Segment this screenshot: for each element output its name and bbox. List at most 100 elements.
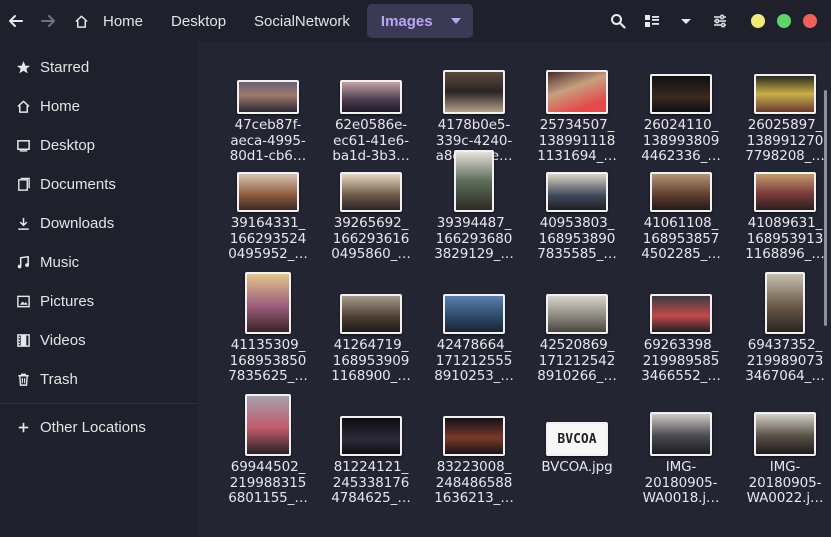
file-name: 39265692_ 166293616 0495860_… xyxy=(331,215,411,262)
download-icon xyxy=(18,217,29,230)
file-thumbnail[interactable] xyxy=(340,80,402,114)
sidebar-item-documents[interactable]: Documents xyxy=(0,165,198,204)
breadcrumb-images[interactable]: Images xyxy=(366,4,473,38)
file-thumbnail[interactable] xyxy=(443,416,505,456)
file-name: 69944502_ 219988315 6801155_… xyxy=(228,459,308,506)
thumbnail-text: BVCOA xyxy=(557,431,597,447)
sidebar-item-label: Music xyxy=(40,254,80,271)
breadcrumb-label: Home xyxy=(103,12,144,30)
minimize-button[interactable] xyxy=(751,14,765,28)
sidebar-item-home[interactable]: Home xyxy=(0,87,198,126)
file-thumbnail[interactable] xyxy=(546,70,608,114)
header-tools xyxy=(601,0,831,42)
file-thumbnail[interactable] xyxy=(454,150,494,212)
settings-sliders-icon xyxy=(714,14,726,28)
file-thumbnail[interactable] xyxy=(340,416,402,456)
maximize-button[interactable] xyxy=(777,14,791,28)
forward-button[interactable] xyxy=(32,0,64,42)
file-thumbnail[interactable] xyxy=(546,172,608,212)
header-bar: Home Desktop SocialNetwork Images xyxy=(0,0,831,42)
sidebar-item-label: Documents xyxy=(40,176,116,193)
chevron-down-icon xyxy=(450,18,461,24)
file-name: 83223008_ 248486588 1636213_… xyxy=(434,459,514,506)
plus-icon xyxy=(18,422,29,433)
file-thumbnail[interactable] xyxy=(546,294,608,334)
file-thumbnail[interactable] xyxy=(443,294,505,334)
file-thumbnail[interactable] xyxy=(237,80,299,114)
sidebar-item-trash[interactable]: Trash xyxy=(0,360,198,399)
back-button[interactable] xyxy=(0,0,32,42)
sidebar-item-label: Videos xyxy=(40,332,86,349)
file-thumbnail[interactable] xyxy=(340,172,402,212)
breadcrumb-socialnetwork[interactable]: SocialNetwork xyxy=(240,4,364,38)
file-thumbnail[interactable] xyxy=(765,272,805,334)
sidebar-item-label: Desktop xyxy=(40,137,96,154)
close-button[interactable] xyxy=(803,14,817,28)
sidebar-item-label: Home xyxy=(40,98,81,115)
file-name: 47ceb87f- aeca-4995- 80d1-cb6… xyxy=(229,117,307,164)
trash-icon xyxy=(18,373,29,386)
file-thumbnail[interactable] xyxy=(754,74,816,114)
file-thumbnail[interactable] xyxy=(237,172,299,212)
file-name: 39394487_ 166293680 3829129_… xyxy=(434,215,514,262)
file-thumbnail[interactable] xyxy=(443,70,505,114)
sidebar-item-label: Other Locations xyxy=(40,419,146,436)
scrollbar[interactable] xyxy=(824,90,827,326)
sidebar-item-pictures[interactable]: Pictures xyxy=(0,282,198,321)
file-thumbnail[interactable] xyxy=(754,172,816,212)
file-name: IMG- 20180905- WA0018.j… xyxy=(642,459,720,506)
sidebar-item-music[interactable]: Music xyxy=(0,243,198,282)
sidebar-item-other-locations[interactable]: Other Locations xyxy=(0,408,198,447)
file-thumbnail[interactable]: BVCOA xyxy=(546,422,608,456)
chevron-down-icon xyxy=(681,19,691,24)
sidebar-item-label: Starred xyxy=(40,59,90,76)
file-thumbnail[interactable] xyxy=(245,394,291,456)
pictures-icon xyxy=(17,295,30,308)
sidebar-item-videos[interactable]: Videos xyxy=(0,321,198,360)
file-name: 41089631_ 168953913 1168896_… xyxy=(745,215,825,262)
star-icon xyxy=(16,61,31,74)
file-name: 69437352_ 219989073 3467064_… xyxy=(745,337,825,384)
file-name: IMG- 20180905- WA0022.j… xyxy=(746,459,824,506)
view-grid-icon xyxy=(645,15,659,27)
sidebar-item-downloads[interactable]: Downloads xyxy=(0,204,198,243)
file-thumbnail[interactable] xyxy=(650,412,712,456)
sidebar-separator xyxy=(0,403,198,404)
arrow-right-icon xyxy=(41,15,55,27)
file-name: BVCOA.jpg xyxy=(541,459,613,475)
file-grid-view: 47ceb87f- aeca-4995- 80d1-cb6… 62e0586e- … xyxy=(198,42,831,537)
file-thumbnail[interactable] xyxy=(650,74,712,114)
sidebar-item-label: Pictures xyxy=(40,293,95,310)
desktop-icon xyxy=(17,140,30,152)
file-thumbnail[interactable] xyxy=(245,272,291,334)
file-thumbnail[interactable] xyxy=(340,294,402,334)
videos-icon xyxy=(17,334,30,347)
file-name: 39164331_ 166293524 0495952_… xyxy=(228,215,308,262)
file-name: 41135309_ 168953850 7835625_… xyxy=(228,337,308,384)
view-options-button[interactable] xyxy=(669,0,703,42)
breadcrumb-label: Images xyxy=(380,12,433,30)
sidebar-item-label: Trash xyxy=(40,371,78,388)
file-name: 62e0586e- ec61-41e6- ba1d-3b3… xyxy=(332,117,410,164)
sidebar-item-starred[interactable]: Starred xyxy=(0,48,198,87)
breadcrumb-desktop[interactable]: Desktop xyxy=(157,4,240,38)
file-name: 25734507_ 138991118 1131694_… xyxy=(537,117,617,164)
file-thumbnail[interactable] xyxy=(650,172,712,212)
music-icon xyxy=(17,255,29,269)
sidebar: Starred Home Desktop Documents Downloads… xyxy=(0,42,198,537)
search-button[interactable] xyxy=(601,0,635,42)
search-icon xyxy=(611,14,626,29)
file-name: 42520869_ 171212542 8910266_… xyxy=(537,337,617,384)
file-name: 69263398_ 219989585 3466552_… xyxy=(641,337,721,384)
documents-icon xyxy=(18,177,30,191)
file-thumbnail[interactable] xyxy=(650,294,712,334)
breadcrumb-home[interactable]: Home xyxy=(66,4,157,38)
file-name: 41061108_ 168953857 4502285_… xyxy=(641,215,721,262)
breadcrumb-label: SocialNetwork xyxy=(254,12,350,30)
settings-button[interactable] xyxy=(703,0,737,42)
file-thumbnail[interactable] xyxy=(754,412,816,456)
sidebar-item-desktop[interactable]: Desktop xyxy=(0,126,198,165)
file-name: 40953803_ 168953890 7835585_… xyxy=(537,215,617,262)
view-toggle-button[interactable] xyxy=(635,0,669,42)
breadcrumb: Home Desktop SocialNetwork Images xyxy=(66,0,473,42)
